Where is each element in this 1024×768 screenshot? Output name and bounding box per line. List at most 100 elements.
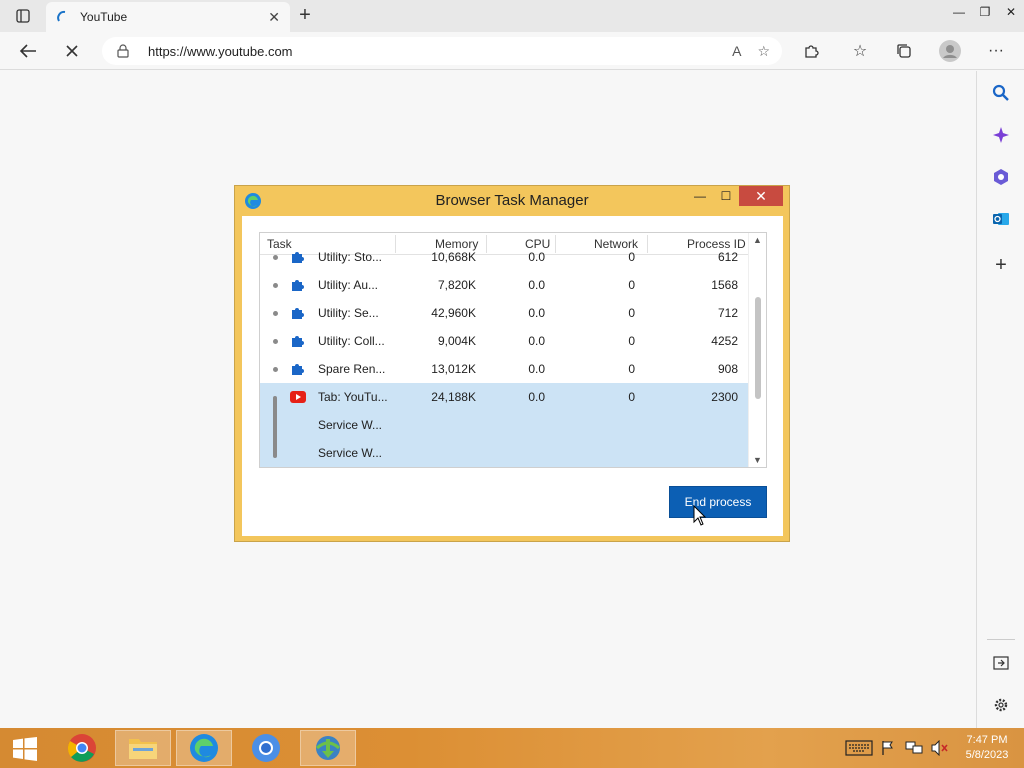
browser-toolbar: https://www.youtube.com A ☆ ☆ ···: [0, 32, 1024, 70]
dialog-close-button[interactable]: ✕: [739, 186, 783, 206]
sidebar-hide-button[interactable]: [989, 651, 1013, 675]
taskbar-chrome[interactable]: [54, 730, 110, 766]
taskbar-file-explorer[interactable]: [115, 730, 171, 766]
sidebar-divider: [987, 639, 1015, 640]
taskbar-download-manager[interactable]: [300, 730, 356, 766]
system-tray: 7:47 PM 5/8/2023: [844, 728, 1024, 768]
task-network: 0: [628, 306, 635, 320]
task-memory: 7,820K: [437, 278, 476, 292]
task-network: 0: [628, 278, 635, 292]
extensions-button[interactable]: [797, 38, 825, 64]
network-icon: [905, 741, 923, 754]
favorites-button[interactable]: ☆: [846, 38, 874, 64]
sidebar-discover-button[interactable]: [989, 123, 1013, 147]
task-process-id: 712: [717, 306, 738, 320]
mouse-cursor-icon: [693, 505, 707, 526]
system-clock[interactable]: 7:47 PM 5/8/2023: [954, 733, 1020, 763]
action-center-button[interactable]: [876, 738, 900, 758]
sidebar-search-button[interactable]: [989, 81, 1013, 105]
tab-actions-icon: [16, 9, 30, 23]
task-network: 0: [628, 334, 635, 348]
sidebar-office-button[interactable]: [989, 165, 1013, 189]
task-process-id: 612: [717, 250, 738, 264]
puzzle-icon: [292, 252, 304, 263]
puzzle-icon: [292, 308, 304, 319]
edge-icon: [190, 734, 218, 762]
row-bullet: [273, 255, 278, 260]
read-aloud-icon[interactable]: A: [732, 43, 741, 60]
sidebar-add-button[interactable]: +: [989, 253, 1013, 277]
task-process-id: 908: [717, 362, 738, 376]
stop-loading-icon: [66, 45, 78, 57]
table-row[interactable]: Utility: Se... 42,960K 0.0 0 712: [260, 299, 749, 327]
task-memory: 10,668K: [431, 250, 476, 264]
row-bullet: [273, 311, 278, 316]
task-memory: 9,004K: [437, 334, 476, 348]
task-network: 0: [628, 362, 635, 376]
stop-loading-button[interactable]: [58, 38, 86, 64]
favorites-icon: ☆: [852, 43, 868, 60]
tab-actions-button[interactable]: [8, 6, 38, 26]
address-bar-actions: A ☆: [732, 43, 770, 60]
outlook-icon: [993, 213, 1009, 225]
back-button[interactable]: [14, 38, 42, 64]
clock-time: 7:47 PM: [966, 734, 1008, 746]
puzzle-icon: [292, 364, 304, 375]
table-row-selected[interactable]: Tab: YouTu... 24,188K 0.0 0 2300: [260, 383, 749, 411]
process-table: Task Memory CPU Network Process ID Utili…: [259, 232, 767, 468]
scroll-up-icon[interactable]: ▲: [753, 235, 762, 245]
task-name: Service W...: [318, 418, 383, 432]
address-bar[interactable]: https://www.youtube.com A ☆: [102, 37, 782, 65]
table-row[interactable]: Utility: Sto... 10,668K 0.0 0 612: [260, 243, 749, 271]
scrollbar-thumb[interactable]: [755, 297, 761, 399]
keyboard-button[interactable]: [844, 738, 874, 758]
sparkle-icon: [993, 127, 1009, 143]
profile-button[interactable]: [936, 38, 964, 64]
task-memory: 24,188K: [431, 390, 476, 404]
url-text[interactable]: https://www.youtube.com: [148, 44, 732, 59]
edge-sidebar: +: [976, 71, 1024, 728]
chromium-icon: [252, 734, 280, 762]
volume-button[interactable]: [928, 738, 952, 758]
task-network: 0: [628, 250, 635, 264]
volume-muted-icon: [931, 740, 948, 756]
network-button[interactable]: [902, 738, 926, 758]
task-cpu: 0.0: [528, 362, 545, 376]
dialog-titlebar[interactable]: Browser Task Manager — ☐ ✕: [235, 186, 789, 216]
tab-close-icon[interactable]: ✕: [268, 9, 280, 26]
dialog-minimize-button[interactable]: —: [687, 186, 713, 206]
puzzle-icon: [292, 280, 304, 291]
sidebar-settings-button[interactable]: [989, 693, 1013, 717]
task-cpu: 0.0: [528, 306, 545, 320]
lock-icon[interactable]: [116, 44, 130, 58]
task-name: Utility: Se...: [318, 306, 379, 320]
process-group-bar: [273, 396, 277, 458]
dialog-window-controls: — ☐ ✕: [687, 186, 783, 208]
start-button[interactable]: [6, 734, 44, 764]
task-network: 0: [628, 390, 635, 404]
folder-icon: [129, 739, 157, 759]
clock-date: 5/8/2023: [965, 749, 1009, 761]
new-tab-button[interactable]: +: [294, 5, 316, 27]
close-window-button[interactable]: ✕: [998, 0, 1024, 24]
dialog-maximize-button[interactable]: ☐: [713, 186, 739, 206]
table-row[interactable]: Utility: Au... 7,820K 0.0 0 1568: [260, 271, 749, 299]
scroll-down-icon[interactable]: ▼: [753, 455, 762, 465]
settings-more-button[interactable]: ···: [982, 38, 1010, 64]
taskbar-edge[interactable]: [176, 730, 232, 766]
add-favorite-icon[interactable]: ☆: [757, 43, 770, 60]
collections-button[interactable]: [890, 38, 918, 64]
table-row-selected[interactable]: Service W...: [260, 439, 749, 467]
table-row-selected[interactable]: Service W...: [260, 411, 749, 439]
table-row[interactable]: Spare Ren... 13,012K 0.0 0 908: [260, 355, 749, 383]
more-dots-icon: ···: [988, 42, 1004, 59]
end-process-button[interactable]: End process: [669, 486, 767, 518]
browser-tab-youtube[interactable]: YouTube ✕: [46, 2, 290, 32]
minimize-window-button[interactable]: —: [946, 0, 972, 24]
table-scrollbar[interactable]: ▲ ▼: [748, 233, 766, 467]
restore-window-button[interactable]: ❐: [972, 0, 998, 24]
task-name: Service W...: [318, 446, 383, 460]
table-row[interactable]: Utility: Coll... 9,004K 0.0 0 4252: [260, 327, 749, 355]
taskbar-chromium[interactable]: [238, 730, 294, 766]
sidebar-outlook-button[interactable]: [989, 207, 1013, 231]
